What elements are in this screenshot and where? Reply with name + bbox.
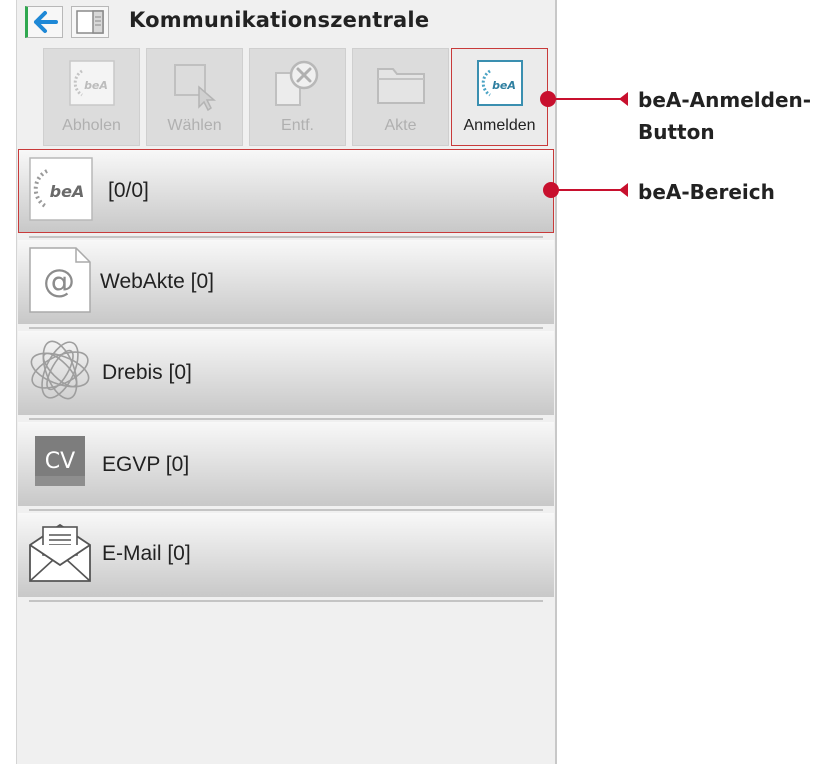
list-item-label: E-Mail [0] <box>102 542 191 565</box>
back-button[interactable] <box>25 6 63 38</box>
at-symbol: @ <box>43 262 75 300</box>
at-sign-icon: @ <box>29 247 91 313</box>
callout-line <box>558 189 625 191</box>
callout-arrow <box>619 92 628 106</box>
title-bar: Kommunikationszentrale <box>17 0 557 44</box>
panel-layout-icon <box>76 10 104 34</box>
drebis-globe-icon <box>30 340 90 400</box>
callout-line-1: beA-Anmelden- <box>638 88 812 112</box>
callout-label-bea-bereich: beA-Bereich <box>638 180 775 204</box>
kommunikationszentrale-panel: Kommunikationszentrale beA Abholen Wähle… <box>16 0 557 764</box>
akte-button[interactable]: Akte <box>352 48 449 146</box>
list-item-webakte[interactable]: @ WebAkte [0] <box>18 240 554 324</box>
divider <box>29 600 543 602</box>
divider <box>29 509 543 511</box>
panel-toggle-button[interactable] <box>71 6 109 38</box>
folder-icon <box>376 68 425 104</box>
divider <box>29 236 543 238</box>
list-item-drebis[interactable]: Drebis [0] <box>18 331 554 415</box>
abholen-label: Abholen <box>62 117 121 134</box>
entf-button[interactable]: Entf. <box>249 48 346 146</box>
callout-dot <box>543 182 559 198</box>
list-item-label: Drebis [0] <box>102 361 192 384</box>
bea-logo-icon: beA <box>476 60 523 106</box>
bea-logo-text: beA <box>50 182 85 201</box>
waehlen-label: Wählen <box>167 117 222 134</box>
entf-label: Entf. <box>281 117 314 134</box>
divider <box>29 418 543 420</box>
delete-icon <box>274 60 318 106</box>
callout-line-2: Button <box>638 120 715 144</box>
callout-line <box>555 98 625 100</box>
abholen-button[interactable]: beA Abholen <box>43 48 140 146</box>
list-item-email[interactable]: E-Mail [0] <box>18 513 554 597</box>
anmelden-label: Anmelden <box>463 117 536 134</box>
back-arrow-icon <box>34 11 58 33</box>
select-cursor-icon <box>173 64 216 111</box>
list-item-label: [0/0] <box>108 179 149 202</box>
akte-label: Akte <box>384 117 417 134</box>
waehlen-button[interactable]: Wählen <box>146 48 243 146</box>
cv-icon: CV <box>35 436 85 486</box>
divider <box>29 327 543 329</box>
envelope-icon <box>29 523 91 582</box>
bea-logo-icon: beA <box>29 157 93 221</box>
list-item-bea[interactable]: beA [0/0] <box>18 149 554 233</box>
anmelden-button[interactable]: beA Anmelden <box>451 48 548 146</box>
callout-dot <box>540 91 556 107</box>
list-item-label: EGVP [0] <box>102 453 190 476</box>
bea-logo-icon: beA <box>68 60 115 106</box>
callout-arrow <box>619 183 628 197</box>
cv-icon-text: CV <box>45 449 75 474</box>
bea-logo-text: beA <box>492 79 516 92</box>
window-title: Kommunikationszentrale <box>129 8 430 32</box>
callout-label-anmelden-button: beA-Anmelden- Button <box>638 84 811 148</box>
list-item-egvp[interactable]: CV EGVP [0] <box>18 422 554 506</box>
list-item-label: WebAkte [0] <box>100 270 215 293</box>
bea-logo-text: beA <box>84 79 108 92</box>
